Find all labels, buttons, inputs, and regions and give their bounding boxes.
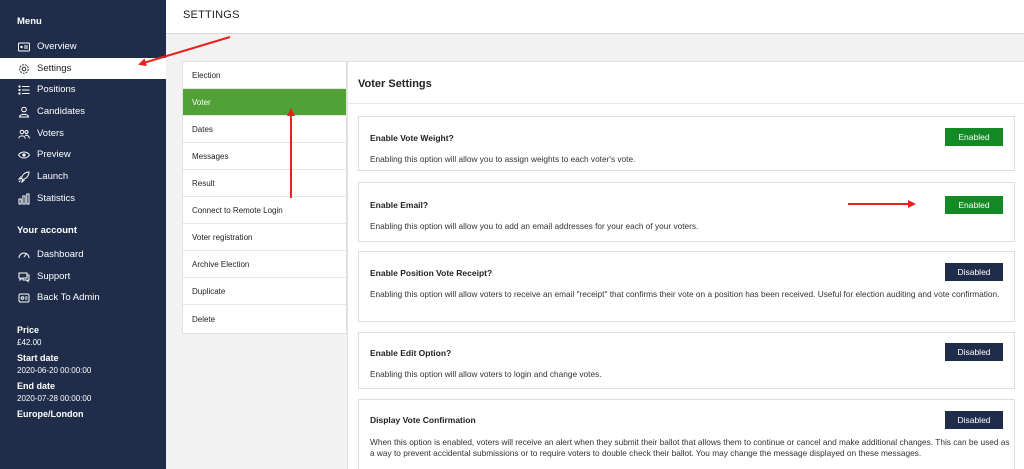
sidebar-item-positions[interactable]: Positions	[0, 79, 166, 100]
sidebar-item-voters[interactable]: Voters	[0, 123, 166, 144]
sidebar-item-label: Positions	[37, 84, 76, 95]
page-header: SETTINGS	[166, 0, 1024, 34]
back-icon	[17, 291, 30, 304]
setting-title: Enable Vote Weight?	[370, 133, 454, 143]
settings-nav-voter[interactable]: Voter	[183, 89, 346, 116]
settings-nav-election[interactable]: Election	[183, 62, 346, 89]
sidebar-item-label: Statistics	[37, 193, 76, 204]
sidebar-item-settings[interactable]: Settings	[0, 58, 166, 79]
sidebar-item-label: Launch	[37, 171, 69, 182]
eye-icon	[17, 148, 30, 161]
setting-card-vote-weight: Enable Vote Weight? Enabled Enabling thi…	[358, 116, 1015, 171]
setting-title: Enable Edit Option?	[370, 348, 452, 358]
menu-heading: Menu	[17, 16, 42, 27]
bar-chart-icon	[17, 192, 30, 205]
chat-icon	[17, 270, 30, 283]
vote-confirmation-toggle-button[interactable]: Disabled	[945, 411, 1003, 429]
price-label: Price	[17, 325, 40, 335]
position-vote-receipt-toggle-button[interactable]: Disabled	[945, 263, 1003, 281]
timezone-label: Europe/London	[17, 409, 84, 419]
rocket-icon	[17, 170, 30, 183]
end-date-label: End date	[17, 381, 56, 391]
sidebar-item-label: Settings	[37, 63, 72, 74]
setting-card-email: Enable Email? Enabled Enabling this opti…	[358, 182, 1015, 242]
setting-title: Display Vote Confirmation	[370, 415, 476, 425]
sidebar-item-label: Support	[37, 271, 71, 282]
settings-nav-messages[interactable]: Messages	[183, 143, 346, 170]
setting-title: Enable Email?	[370, 200, 429, 210]
edit-option-toggle-button[interactable]: Disabled	[945, 343, 1003, 361]
setting-card-vote-confirmation: Display Vote Confirmation Disabled When …	[358, 399, 1015, 469]
settings-nav: Election Voter Dates Messages Result Con…	[182, 61, 347, 334]
sidebar-item-support[interactable]: Support	[0, 266, 166, 287]
account-heading: Your account	[17, 225, 77, 236]
setting-description: Enabling this option will allow you to a…	[370, 221, 699, 231]
start-date-value: 2020-06-20 00:00:00	[17, 366, 92, 375]
sidebar-item-label: Voters	[37, 128, 64, 139]
sidebar-item-label: Overview	[37, 41, 77, 52]
sidebar: Menu Overview Settings Positions Candida…	[0, 0, 166, 469]
sidebar-item-label: Dashboard	[37, 249, 84, 260]
end-date-value: 2020-07-28 00:00:00	[17, 394, 92, 403]
start-date-label: Start date	[17, 353, 59, 363]
overview-icon	[17, 40, 30, 53]
sidebar-item-label: Preview	[37, 149, 71, 160]
sidebar-item-preview[interactable]: Preview	[0, 144, 166, 165]
sidebar-item-overview[interactable]: Overview	[0, 36, 166, 57]
settings-nav-result[interactable]: Result	[183, 170, 346, 197]
settings-nav-dates[interactable]: Dates	[183, 116, 346, 143]
sidebar-item-launch[interactable]: Launch	[0, 166, 166, 187]
person-icon	[17, 105, 30, 118]
settings-nav-delete[interactable]: Delete	[183, 305, 346, 333]
setting-description: When this option is enabled, voters will…	[370, 437, 1010, 458]
sidebar-item-label: Candidates	[37, 106, 86, 117]
panel-title: Voter Settings	[358, 78, 432, 90]
settings-nav-archive-election[interactable]: Archive Election	[183, 251, 346, 278]
gear-icon	[17, 62, 30, 75]
settings-nav-remote-login[interactable]: Connect to Remote Login	[183, 197, 346, 224]
sidebar-item-statistics[interactable]: Statistics	[0, 188, 166, 209]
sidebar-item-label: Back To Admin	[37, 292, 100, 303]
sidebar-item-dashboard[interactable]: Dashboard	[0, 244, 166, 265]
speedometer-icon	[17, 248, 30, 261]
setting-description: Enabling this option will allow voters t…	[370, 369, 602, 379]
setting-card-edit-option: Enable Edit Option? Disabled Enabling th…	[358, 332, 1015, 389]
setting-description: Enabling this option will allow voters t…	[370, 289, 1000, 299]
page-title: SETTINGS	[183, 9, 240, 21]
email-toggle-button[interactable]: Enabled	[945, 196, 1003, 214]
voter-settings-panel: Voter Settings Enable Vote Weight? Enabl…	[347, 61, 1024, 469]
sidebar-item-candidates[interactable]: Candidates	[0, 101, 166, 122]
sidebar-item-back-to-admin[interactable]: Back To Admin	[0, 287, 166, 308]
people-icon	[17, 127, 30, 140]
price-value: £42.00	[17, 338, 42, 347]
setting-title: Enable Position Vote Receipt?	[370, 268, 493, 278]
setting-card-position-vote-receipt: Enable Position Vote Receipt? Disabled E…	[358, 251, 1015, 322]
list-icon	[17, 83, 30, 96]
settings-nav-voter-registration[interactable]: Voter registration	[183, 224, 346, 251]
setting-description: Enabling this option will allow you to a…	[370, 154, 636, 164]
vote-weight-toggle-button[interactable]: Enabled	[945, 128, 1003, 146]
settings-nav-duplicate[interactable]: Duplicate	[183, 278, 346, 305]
divider	[348, 103, 1024, 104]
